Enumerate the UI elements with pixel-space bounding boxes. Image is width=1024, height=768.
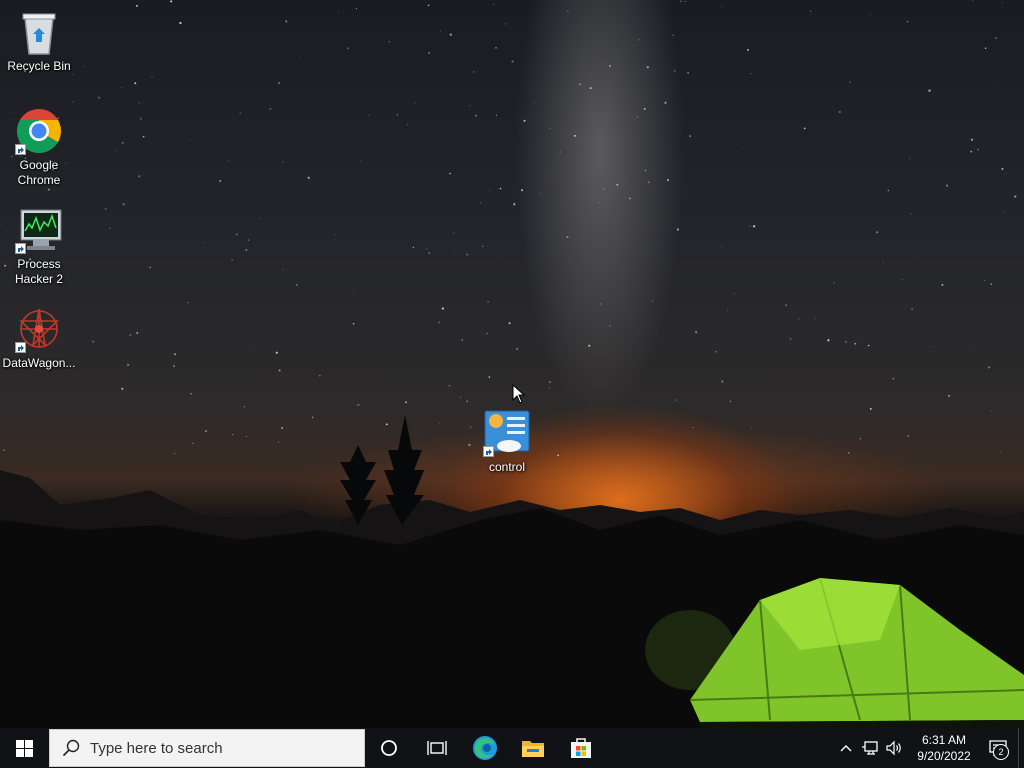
desktop-icon-label: control	[488, 460, 526, 474]
edge-icon	[473, 736, 497, 760]
show-desktop-button[interactable]	[1018, 728, 1024, 768]
chrome-icon	[15, 107, 63, 155]
store-button[interactable]	[557, 728, 605, 768]
taskbar-clock[interactable]: 6:31 AM 9/20/2022	[910, 732, 978, 764]
cortana-button[interactable]	[365, 728, 413, 768]
notification-count-badge: 2	[993, 744, 1009, 760]
action-center-button[interactable]: 2	[978, 728, 1018, 768]
network-icon	[862, 741, 878, 755]
desktop-icon-control[interactable]: control	[469, 409, 545, 475]
cortana-icon	[381, 740, 397, 756]
file-explorer-button[interactable]	[509, 728, 557, 768]
process-hacker-icon	[15, 206, 63, 254]
chevron-up-icon	[840, 745, 852, 752]
start-button[interactable]	[0, 728, 48, 768]
desktop-icon-label: DataWagon...	[2, 356, 76, 370]
task-view-button[interactable]	[413, 728, 461, 768]
taskbar-search-box[interactable]: Type here to search	[49, 729, 365, 767]
datawagon-icon	[15, 305, 63, 353]
search-icon	[62, 739, 80, 757]
desktop-icon-chrome[interactable]: Google Chrome	[1, 107, 77, 188]
edge-button[interactable]	[461, 728, 509, 768]
desktop-icon-datawagon[interactable]: DataWagon...	[1, 305, 77, 371]
shortcut-arrow-icon	[15, 342, 26, 353]
windows-logo-icon	[15, 739, 33, 757]
control-panel-icon	[483, 409, 531, 457]
desktop-icon-process-hacker[interactable]: Process Hacker 2	[1, 206, 77, 287]
desktop-icon-recycle-bin[interactable]: Recycle Bin	[1, 8, 77, 74]
taskbar: Type here to search 6:31 AM 9/20/2022 2	[0, 728, 1024, 768]
desktop-icon-label: Recycle Bin	[7, 59, 71, 73]
system-tray: 6:31 AM 9/20/2022 2	[834, 728, 1024, 768]
desktop-wallpaper[interactable]	[0, 0, 1024, 728]
clock-date: 9/20/2022	[917, 749, 971, 763]
network-button[interactable]	[858, 728, 882, 768]
file-explorer-icon	[522, 741, 544, 757]
recycle-bin-icon	[15, 8, 63, 56]
shortcut-arrow-icon	[483, 446, 494, 457]
mouse-pointer-icon	[512, 383, 526, 409]
volume-button[interactable]	[882, 728, 906, 768]
show-hidden-icons-button[interactable]	[834, 728, 858, 768]
desktop-icon-label: Google Chrome	[17, 158, 61, 187]
shortcut-arrow-icon	[15, 243, 26, 254]
speaker-icon	[886, 740, 901, 756]
clock-time: 6:31 AM	[921, 733, 967, 747]
shortcut-arrow-icon	[15, 144, 26, 155]
search-placeholder: Type here to search	[90, 739, 223, 757]
desktop-icon-label: Process Hacker 2	[14, 257, 64, 286]
task-view-icon	[427, 741, 447, 755]
store-icon	[571, 738, 591, 758]
wallpaper-art	[0, 0, 1024, 728]
